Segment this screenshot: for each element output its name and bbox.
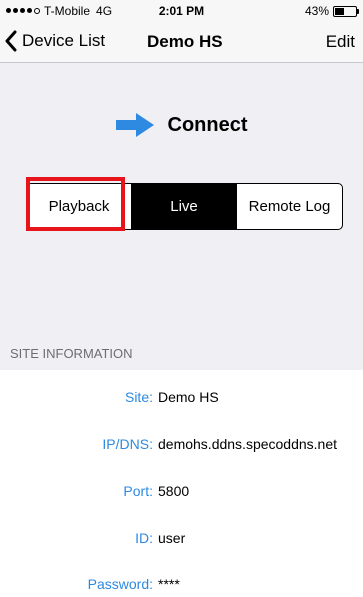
info-value: demohs.ddns.specoddns.net: [158, 436, 338, 452]
section-header-site-information: SITE INFORMATION: [10, 346, 133, 361]
info-key: ID:: [135, 530, 153, 546]
info-value: 5800: [158, 483, 190, 499]
connect-button[interactable]: Connect: [0, 113, 363, 137]
segment-live[interactable]: Live: [132, 184, 236, 229]
battery-fill: [335, 7, 344, 15]
mode-segmented-control: Playback Live Remote Log: [26, 183, 343, 230]
info-key: Port:: [123, 483, 153, 499]
battery-icon: [333, 5, 359, 17]
info-key: IP/DNS:: [102, 436, 153, 452]
info-value: user: [158, 530, 186, 546]
chevron-left-icon: [5, 30, 17, 52]
info-value: ****: [158, 576, 180, 592]
back-button-label: Device List: [22, 31, 106, 50]
info-key: Password:: [87, 576, 153, 592]
battery-percent: 43%: [304, 4, 329, 18]
segment-playback[interactable]: Playback: [27, 184, 132, 229]
arrow-right-icon: [115, 113, 154, 137]
status-right: 43%: [304, 4, 359, 18]
info-key: Site:: [124, 389, 153, 405]
info-value: Demo HS: [158, 389, 219, 405]
site-info-list: Site: Demo HS IP/DNS: demohs.ddns.specod…: [0, 370, 363, 597]
edit-button[interactable]: Edit: [326, 32, 355, 52]
back-button[interactable]: Device List: [4, 30, 105, 52]
navigation-bar: Device List Demo HS Edit: [0, 22, 363, 63]
connect-label: Connect: [167, 113, 248, 136]
page-title: Demo HS: [147, 32, 223, 51]
status-bar: T-Mobile 4G 2:01 PM 43%: [0, 0, 363, 22]
segment-remote-log[interactable]: Remote Log: [236, 184, 342, 229]
